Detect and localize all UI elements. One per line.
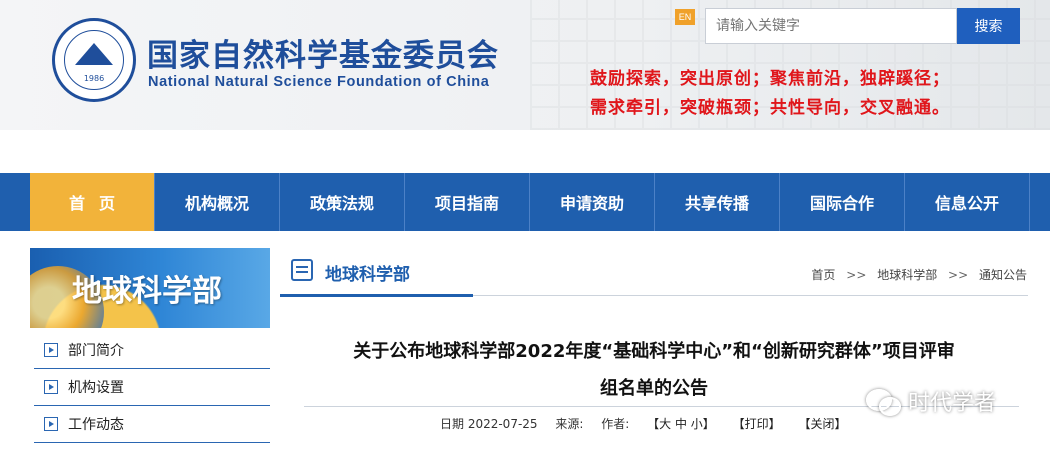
department-banner[interactable]: 地球科学部 — [30, 248, 270, 328]
breadcrumb-department[interactable]: 地球科学部 — [877, 268, 937, 282]
english-version-button[interactable]: EN — [675, 9, 695, 25]
site-header: 1986 国家自然科学基金委员会 National Natural Scienc… — [0, 0, 1050, 130]
nav-item-apply[interactable]: 申请资助 — [530, 173, 655, 231]
sidebar-item-label: 机构设置 — [68, 380, 124, 396]
sidebar-menu: 部门简介 机构设置 工作动态 — [34, 332, 270, 443]
section-title-underline — [280, 294, 473, 297]
breadcrumb-home[interactable]: 首页 — [811, 268, 835, 282]
search-button[interactable]: 搜索 — [957, 8, 1020, 44]
article-meta: 日期 2022-07-25 来源: 作者: 【大 中 小】 【打印】 【关闭】 — [440, 415, 860, 432]
department-banner-title: 地球科学部 — [72, 274, 222, 309]
main-nav: 首页 机构概况 政策法规 项目指南 申请资助 共享传播 国际合作 信息公开 — [0, 173, 1050, 231]
sidebar-item-label: 工作动态 — [68, 417, 124, 433]
arrow-right-icon — [44, 343, 58, 357]
nav-left-spacer — [0, 173, 30, 231]
emblem-year: 1986 — [83, 74, 105, 83]
sidebar-item-news[interactable]: 工作动态 — [34, 406, 270, 443]
org-name-cn[interactable]: 国家自然科学基金委员会 — [147, 30, 499, 75]
article-date: 日期 2022-07-25 — [440, 417, 538, 431]
sidebar-item-structure[interactable]: 机构设置 — [34, 369, 270, 406]
sidebar-item-intro[interactable]: 部门简介 — [34, 332, 270, 369]
slogan-line-1: 鼓励探索，突出原创；聚焦前沿，独辟蹊径； — [590, 69, 950, 89]
nav-item-guide[interactable]: 项目指南 — [405, 173, 530, 231]
article-author: 作者: — [601, 417, 630, 431]
article-title-line-1: 关于公布地球科学部2022年度“基础科学中心”和“创新研究群体”项目评审 — [353, 341, 955, 362]
breadcrumb-current[interactable]: 通知公告 — [979, 268, 1027, 282]
arrow-right-icon — [44, 380, 58, 394]
watermark-text: 时代学者 — [908, 391, 997, 416]
breadcrumb-separator: >> — [948, 268, 969, 282]
article-source: 来源: — [555, 417, 584, 431]
nav-item-home[interactable]: 首页 — [30, 173, 155, 231]
wechat-icon — [866, 386, 902, 416]
nav-item-international[interactable]: 国际合作 — [780, 173, 905, 231]
breadcrumb-separator: >> — [846, 268, 867, 282]
watermark: 时代学者 — [866, 385, 996, 417]
document-icon — [291, 259, 313, 281]
breadcrumb: 首页 >> 地球科学部 >> 通知公告 — [810, 266, 1028, 283]
slogan-line-2: 需求牵引，突破瓶颈；共性导向，交叉融通。 — [590, 98, 950, 118]
close-button[interactable]: 【关闭】 — [798, 417, 846, 431]
print-button[interactable]: 【打印】 — [733, 417, 781, 431]
section-title: 地球科学部 — [325, 265, 410, 285]
org-name-en[interactable]: National Natural Science Foundation of C… — [148, 74, 489, 90]
emblem-mountain-icon — [75, 43, 113, 65]
nsfc-emblem-icon[interactable]: 1986 — [52, 18, 136, 102]
section-header: 地球科学部 首页 >> 地球科学部 >> 通知公告 — [280, 248, 1028, 297]
nav-item-share[interactable]: 共享传播 — [655, 173, 780, 231]
font-size-options[interactable]: 【大 中 小】 — [647, 417, 715, 431]
sidebar-item-label: 部门简介 — [68, 343, 124, 359]
nav-item-policy[interactable]: 政策法规 — [280, 173, 405, 231]
nav-item-about[interactable]: 机构概况 — [155, 173, 280, 231]
arrow-right-icon — [44, 417, 58, 431]
nav-item-disclosure[interactable]: 信息公开 — [905, 173, 1030, 231]
search-input[interactable] — [705, 8, 957, 44]
